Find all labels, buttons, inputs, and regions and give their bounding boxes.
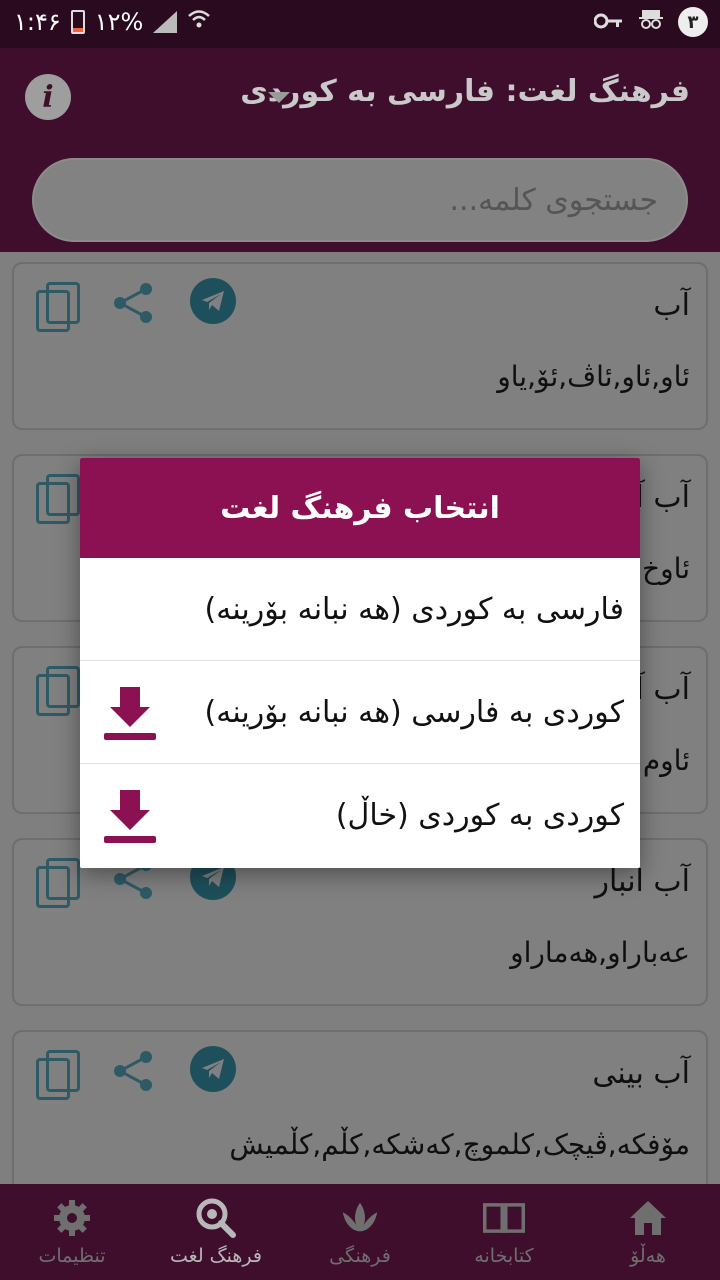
nav-item-library[interactable]: کتابخانه: [432, 1184, 576, 1280]
dialog-title: انتخاب فرهنگ لغت: [80, 458, 640, 558]
dialog-option-ku-fa[interactable]: کوردی به فارسی (هه نبانه بۆرینه): [80, 661, 640, 764]
copy-icon[interactable]: [36, 666, 80, 716]
copy-icon[interactable]: [36, 282, 80, 332]
status-bar-left: ۱:۴۶ ۱۲%: [14, 8, 211, 36]
list-item[interactable]: آب ئاو,ئاو,ئاڤ,ئۆ,یاو: [12, 262, 708, 430]
dictionary-selector[interactable]: فرهنگ لغت: فارسی به کوردی: [240, 74, 690, 109]
dialog-option-fa-ku[interactable]: فارسی به کوردی (هه نبانه بۆرینه): [80, 558, 640, 661]
page-title: فرهنگ لغت: فارسی به کوردی: [240, 74, 690, 109]
nav-item-culture[interactable]: فرهنگی: [288, 1184, 432, 1280]
copy-icon[interactable]: [36, 858, 80, 908]
option-label: کوردی به فارسی (هه نبانه بۆرینه): [204, 694, 624, 730]
status-bar: ۱:۴۶ ۱۲% ۳: [0, 0, 720, 48]
entry-meaning: ئاوم: [642, 744, 690, 777]
share-icon[interactable]: [110, 1048, 156, 1094]
search-input[interactable]: [32, 158, 688, 242]
key-icon: [593, 10, 624, 35]
battery-level: ۱۲%: [94, 8, 144, 36]
gear-icon: [51, 1197, 93, 1239]
copy-icon[interactable]: [36, 1050, 80, 1100]
entry-meaning: عەباراو,هەماراو: [510, 936, 690, 969]
copy-icon[interactable]: [36, 474, 80, 524]
nav-item-dictionary[interactable]: فرهنگ لغت: [144, 1184, 288, 1280]
select-dictionary-dialog: انتخاب فرهنگ لغت فارسی به کوردی (هه نبان…: [80, 458, 640, 868]
nav-label: فرهنگ لغت: [170, 1245, 262, 1267]
incognito-icon: [638, 8, 664, 36]
telegram-icon[interactable]: [190, 278, 236, 324]
info-button[interactable]: i: [25, 74, 71, 120]
entry-word: آب بینی: [592, 1056, 690, 1091]
search-bar: [0, 144, 720, 252]
entry-word: آب: [653, 288, 690, 323]
nav-label: کتابخانه: [474, 1245, 534, 1267]
bottom-nav: تنظیمات فرهنگ لغت فرهنگی کتابخانه هەڵۆ: [0, 1184, 720, 1280]
nav-label: تنظیمات: [38, 1245, 106, 1267]
wifi-icon: [187, 8, 211, 36]
nav-label: هەڵۆ: [630, 1245, 666, 1267]
entry-word: آب آ: [635, 672, 690, 707]
entry-meaning: ئاو,ئاو,ئاڤ,ئۆ,یاو: [497, 360, 690, 393]
lotus-icon: [339, 1197, 381, 1239]
entry-word: آب انبار: [594, 864, 690, 899]
dropdown-arrow-icon[interactable]: [268, 92, 290, 103]
dictionary-search-icon: [195, 1197, 237, 1239]
book-icon: [483, 1197, 525, 1239]
nav-label: فرهنگی: [329, 1245, 391, 1267]
entry-meaning: ئاوخ: [642, 552, 690, 585]
dialog-option-ku-ku[interactable]: کوردی به کوردی (خاڵ): [80, 764, 640, 867]
option-label: کوردی به کوردی (خاڵ): [335, 798, 624, 833]
nav-item-settings[interactable]: تنظیمات: [0, 1184, 144, 1280]
battery-icon: [70, 10, 85, 34]
nav-item-home[interactable]: هەڵۆ: [576, 1184, 720, 1280]
download-icon[interactable]: [104, 685, 156, 741]
status-bar-right: ۳: [593, 7, 708, 37]
download-icon[interactable]: [104, 788, 156, 844]
list-item[interactable]: آب بینی مۆفکە,ڤیچک,کلموچ,کەشکە,کڵم,کڵمیش: [12, 1030, 708, 1200]
entry-word: آب آ: [635, 480, 690, 515]
notification-badge: ۳: [678, 7, 708, 37]
telegram-icon[interactable]: [190, 1046, 236, 1092]
share-icon[interactable]: [110, 280, 156, 326]
signal-icon: [153, 11, 178, 33]
home-icon: [627, 1197, 669, 1239]
entry-meaning: مۆفکە,ڤیچک,کلموچ,کەشکە,کڵم,کڵمیش: [229, 1128, 690, 1161]
option-label: فارسی به کوردی (هه نبانه بۆرینه): [204, 591, 624, 627]
clock: ۱:۴۶: [14, 8, 61, 36]
